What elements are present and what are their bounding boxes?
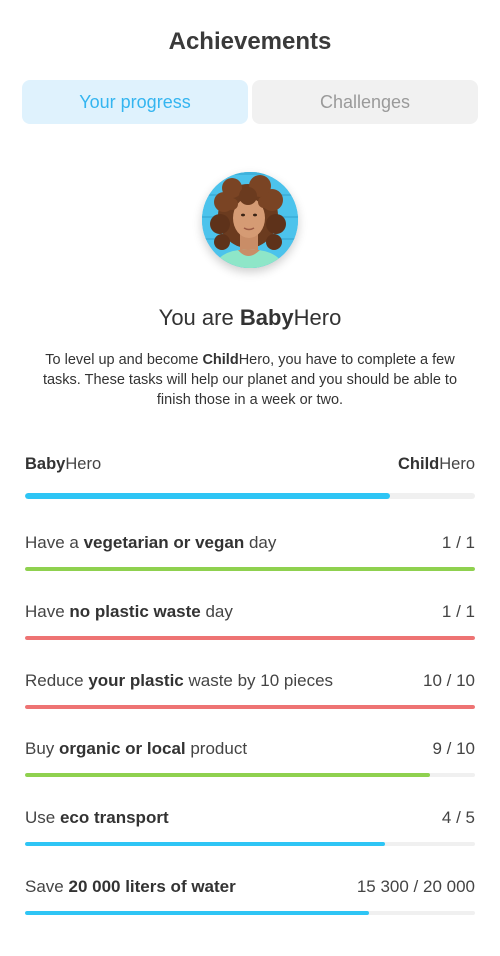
user-portrait-icon [202, 172, 298, 268]
task-row: Have no plastic waste day 1 / 1 [25, 602, 475, 622]
task-progress-fill [25, 773, 430, 777]
task-label: Reduce your plastic waste by 10 pieces [25, 671, 334, 690]
rank-heading: You are BabyHero [0, 305, 500, 331]
heading-prefix: You are [158, 305, 240, 330]
task-count: 9 / 10 [432, 739, 475, 758]
rank-description: To level up and become ChildHero, you ha… [40, 350, 460, 410]
task-row: Save 20 000 liters of water 15 300 / 20 0… [25, 877, 475, 897]
tab-bar: Your progress Challenges [22, 80, 478, 124]
task-count: 1 / 1 [441, 602, 475, 621]
task-count: 10 / 10 [423, 671, 475, 690]
task-label: Have no plastic waste day [25, 602, 233, 621]
task-progress-bar [25, 842, 475, 846]
level-labels: BabyHero ChildHero [25, 455, 475, 474]
task-progress-bar [25, 705, 475, 709]
level-progress-bar [25, 493, 475, 499]
task-label: Buy organic or local product [25, 739, 248, 758]
heading-bold: Baby [239, 305, 294, 330]
tab-challenges[interactable]: Challenges [252, 80, 478, 124]
task-row: Reduce your plastic waste by 10 pieces 10… [25, 671, 475, 691]
task-progress-fill [25, 636, 475, 640]
tab-your-progress[interactable]: Your progress [22, 80, 248, 124]
description-text: To level up and become [45, 352, 203, 368]
task-progress-fill [25, 705, 475, 709]
task-progress-bar [25, 911, 475, 915]
task-row: Buy organic or local product 9 / 10 [25, 739, 475, 759]
description-bold: Child [202, 352, 239, 368]
level-progress-fill [25, 493, 390, 499]
next-level-label: ChildHero [397, 455, 475, 473]
task-label: Have a vegetarian or vegan day [25, 533, 277, 552]
task-progress-bar [25, 567, 475, 571]
page-title: Achievements [168, 28, 332, 55]
task-count: 1 / 1 [441, 533, 475, 552]
task-progress-fill [25, 567, 475, 571]
heading-suffix: Hero [293, 305, 342, 330]
task-row: Use eco transport 4 / 5 [25, 808, 475, 828]
task-progress-bar [25, 636, 475, 640]
task-label: Save 20 000 liters of water [25, 877, 236, 896]
task-row: Have a vegetarian or vegan day 1 / 1 [25, 533, 475, 553]
task-count: 4 / 5 [441, 808, 475, 827]
task-count: 15 300 / 20 000 [356, 877, 475, 896]
task-progress-fill [25, 911, 370, 915]
task-progress-bar [25, 773, 475, 777]
current-level-label: BabyHero [25, 455, 102, 473]
avatar [202, 172, 298, 268]
task-label: Use eco transport [25, 808, 169, 827]
task-progress-fill [25, 842, 385, 846]
